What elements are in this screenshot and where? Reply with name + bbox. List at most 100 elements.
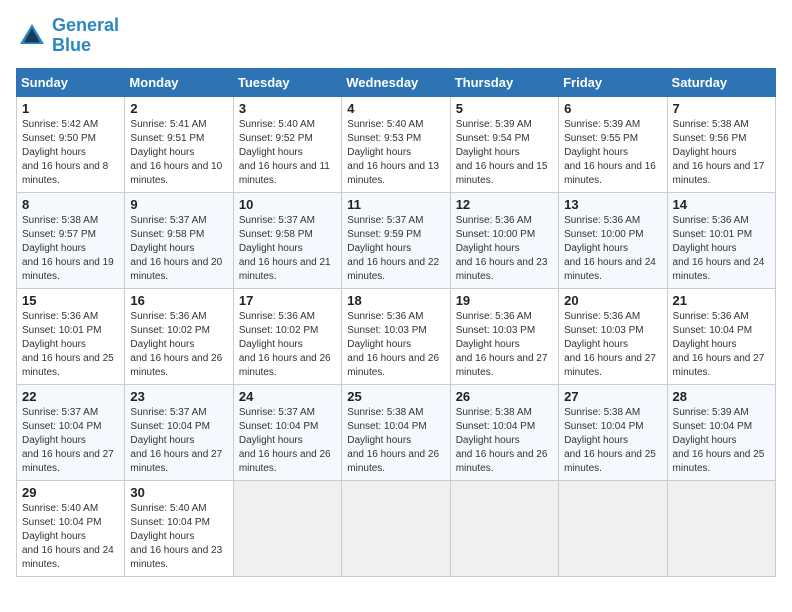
day-number: 20 (564, 293, 661, 308)
calendar-cell (342, 480, 450, 576)
day-number: 15 (22, 293, 119, 308)
calendar-cell: 14 Sunrise: 5:36 AM Sunset: 10:01 PM Day… (667, 192, 775, 288)
calendar-cell: 4 Sunrise: 5:40 AM Sunset: 9:53 PM Dayli… (342, 96, 450, 192)
calendar-table: SundayMondayTuesdayWednesdayThursdayFrid… (16, 68, 776, 577)
day-detail: Sunrise: 5:37 AM Sunset: 9:58 PM Dayligh… (130, 214, 227, 284)
day-number: 27 (564, 389, 661, 404)
day-number: 18 (347, 293, 444, 308)
calendar-cell: 10 Sunrise: 5:37 AM Sunset: 9:58 PM Dayl… (233, 192, 341, 288)
day-detail: Sunrise: 5:38 AM Sunset: 10:04 PM Daylig… (564, 406, 661, 476)
day-detail: Sunrise: 5:40 AM Sunset: 9:53 PM Dayligh… (347, 118, 444, 188)
day-number: 1 (22, 101, 119, 116)
day-number: 29 (22, 485, 119, 500)
calendar-cell: 29 Sunrise: 5:40 AM Sunset: 10:04 PM Day… (17, 480, 125, 576)
day-detail: Sunrise: 5:36 AM Sunset: 10:04 PM Daylig… (673, 310, 770, 380)
day-detail: Sunrise: 5:38 AM Sunset: 9:57 PM Dayligh… (22, 214, 119, 284)
calendar-cell (559, 480, 667, 576)
day-detail: Sunrise: 5:37 AM Sunset: 10:04 PM Daylig… (130, 406, 227, 476)
calendar-cell: 26 Sunrise: 5:38 AM Sunset: 10:04 PM Day… (450, 384, 558, 480)
calendar-cell: 28 Sunrise: 5:39 AM Sunset: 10:04 PM Day… (667, 384, 775, 480)
weekday-header-wednesday: Wednesday (342, 68, 450, 96)
day-number: 9 (130, 197, 227, 212)
calendar-cell: 16 Sunrise: 5:36 AM Sunset: 10:02 PM Day… (125, 288, 233, 384)
day-number: 7 (673, 101, 770, 116)
day-detail: Sunrise: 5:37 AM Sunset: 10:04 PM Daylig… (22, 406, 119, 476)
weekday-header-tuesday: Tuesday (233, 68, 341, 96)
calendar-cell: 12 Sunrise: 5:36 AM Sunset: 10:00 PM Day… (450, 192, 558, 288)
day-detail: Sunrise: 5:36 AM Sunset: 10:01 PM Daylig… (22, 310, 119, 380)
calendar-cell (450, 480, 558, 576)
day-detail: Sunrise: 5:37 AM Sunset: 9:58 PM Dayligh… (239, 214, 336, 284)
day-detail: Sunrise: 5:37 AM Sunset: 9:59 PM Dayligh… (347, 214, 444, 284)
day-detail: Sunrise: 5:41 AM Sunset: 9:51 PM Dayligh… (130, 118, 227, 188)
page-header: General Blue (16, 16, 776, 56)
day-number: 12 (456, 197, 553, 212)
day-detail: Sunrise: 5:36 AM Sunset: 10:02 PM Daylig… (130, 310, 227, 380)
day-detail: Sunrise: 5:38 AM Sunset: 10:04 PM Daylig… (347, 406, 444, 476)
day-detail: Sunrise: 5:39 AM Sunset: 9:55 PM Dayligh… (564, 118, 661, 188)
calendar-cell: 7 Sunrise: 5:38 AM Sunset: 9:56 PM Dayli… (667, 96, 775, 192)
calendar-cell: 13 Sunrise: 5:36 AM Sunset: 10:00 PM Day… (559, 192, 667, 288)
calendar-cell: 5 Sunrise: 5:39 AM Sunset: 9:54 PM Dayli… (450, 96, 558, 192)
day-detail: Sunrise: 5:36 AM Sunset: 10:03 PM Daylig… (564, 310, 661, 380)
calendar-cell (667, 480, 775, 576)
day-number: 23 (130, 389, 227, 404)
day-number: 5 (456, 101, 553, 116)
logo-icon (16, 20, 48, 52)
day-number: 17 (239, 293, 336, 308)
calendar-cell: 9 Sunrise: 5:37 AM Sunset: 9:58 PM Dayli… (125, 192, 233, 288)
day-number: 22 (22, 389, 119, 404)
day-detail: Sunrise: 5:36 AM Sunset: 10:01 PM Daylig… (673, 214, 770, 284)
day-number: 4 (347, 101, 444, 116)
calendar-cell: 2 Sunrise: 5:41 AM Sunset: 9:51 PM Dayli… (125, 96, 233, 192)
day-number: 6 (564, 101, 661, 116)
logo-text-line1: General (52, 16, 119, 36)
calendar-cell: 11 Sunrise: 5:37 AM Sunset: 9:59 PM Dayl… (342, 192, 450, 288)
calendar-cell: 17 Sunrise: 5:36 AM Sunset: 10:02 PM Day… (233, 288, 341, 384)
calendar-cell: 3 Sunrise: 5:40 AM Sunset: 9:52 PM Dayli… (233, 96, 341, 192)
day-number: 10 (239, 197, 336, 212)
calendar-cell: 30 Sunrise: 5:40 AM Sunset: 10:04 PM Day… (125, 480, 233, 576)
calendar-cell: 22 Sunrise: 5:37 AM Sunset: 10:04 PM Day… (17, 384, 125, 480)
day-detail: Sunrise: 5:36 AM Sunset: 10:03 PM Daylig… (456, 310, 553, 380)
logo-text-line2: Blue (52, 36, 119, 56)
weekday-header-monday: Monday (125, 68, 233, 96)
day-number: 19 (456, 293, 553, 308)
day-number: 26 (456, 389, 553, 404)
day-number: 24 (239, 389, 336, 404)
calendar-cell: 19 Sunrise: 5:36 AM Sunset: 10:03 PM Day… (450, 288, 558, 384)
day-detail: Sunrise: 5:36 AM Sunset: 10:00 PM Daylig… (564, 214, 661, 284)
calendar-cell: 8 Sunrise: 5:38 AM Sunset: 9:57 PM Dayli… (17, 192, 125, 288)
day-number: 14 (673, 197, 770, 212)
day-detail: Sunrise: 5:40 AM Sunset: 9:52 PM Dayligh… (239, 118, 336, 188)
calendar-cell (233, 480, 341, 576)
calendar-cell: 25 Sunrise: 5:38 AM Sunset: 10:04 PM Day… (342, 384, 450, 480)
day-number: 8 (22, 197, 119, 212)
day-detail: Sunrise: 5:38 AM Sunset: 10:04 PM Daylig… (456, 406, 553, 476)
weekday-header-thursday: Thursday (450, 68, 558, 96)
calendar-cell: 21 Sunrise: 5:36 AM Sunset: 10:04 PM Day… (667, 288, 775, 384)
day-number: 21 (673, 293, 770, 308)
day-number: 25 (347, 389, 444, 404)
day-detail: Sunrise: 5:39 AM Sunset: 10:04 PM Daylig… (673, 406, 770, 476)
calendar-cell: 20 Sunrise: 5:36 AM Sunset: 10:03 PM Day… (559, 288, 667, 384)
day-number: 30 (130, 485, 227, 500)
day-detail: Sunrise: 5:38 AM Sunset: 9:56 PM Dayligh… (673, 118, 770, 188)
day-number: 13 (564, 197, 661, 212)
day-number: 11 (347, 197, 444, 212)
day-detail: Sunrise: 5:37 AM Sunset: 10:04 PM Daylig… (239, 406, 336, 476)
weekday-header-sunday: Sunday (17, 68, 125, 96)
calendar-cell: 23 Sunrise: 5:37 AM Sunset: 10:04 PM Day… (125, 384, 233, 480)
calendar-cell: 15 Sunrise: 5:36 AM Sunset: 10:01 PM Day… (17, 288, 125, 384)
weekday-header-friday: Friday (559, 68, 667, 96)
weekday-header-saturday: Saturday (667, 68, 775, 96)
day-number: 28 (673, 389, 770, 404)
calendar-cell: 1 Sunrise: 5:42 AM Sunset: 9:50 PM Dayli… (17, 96, 125, 192)
calendar-cell: 27 Sunrise: 5:38 AM Sunset: 10:04 PM Day… (559, 384, 667, 480)
day-detail: Sunrise: 5:42 AM Sunset: 9:50 PM Dayligh… (22, 118, 119, 188)
day-detail: Sunrise: 5:36 AM Sunset: 10:03 PM Daylig… (347, 310, 444, 380)
day-number: 16 (130, 293, 227, 308)
day-number: 3 (239, 101, 336, 116)
day-detail: Sunrise: 5:36 AM Sunset: 10:00 PM Daylig… (456, 214, 553, 284)
day-detail: Sunrise: 5:40 AM Sunset: 10:04 PM Daylig… (22, 502, 119, 572)
